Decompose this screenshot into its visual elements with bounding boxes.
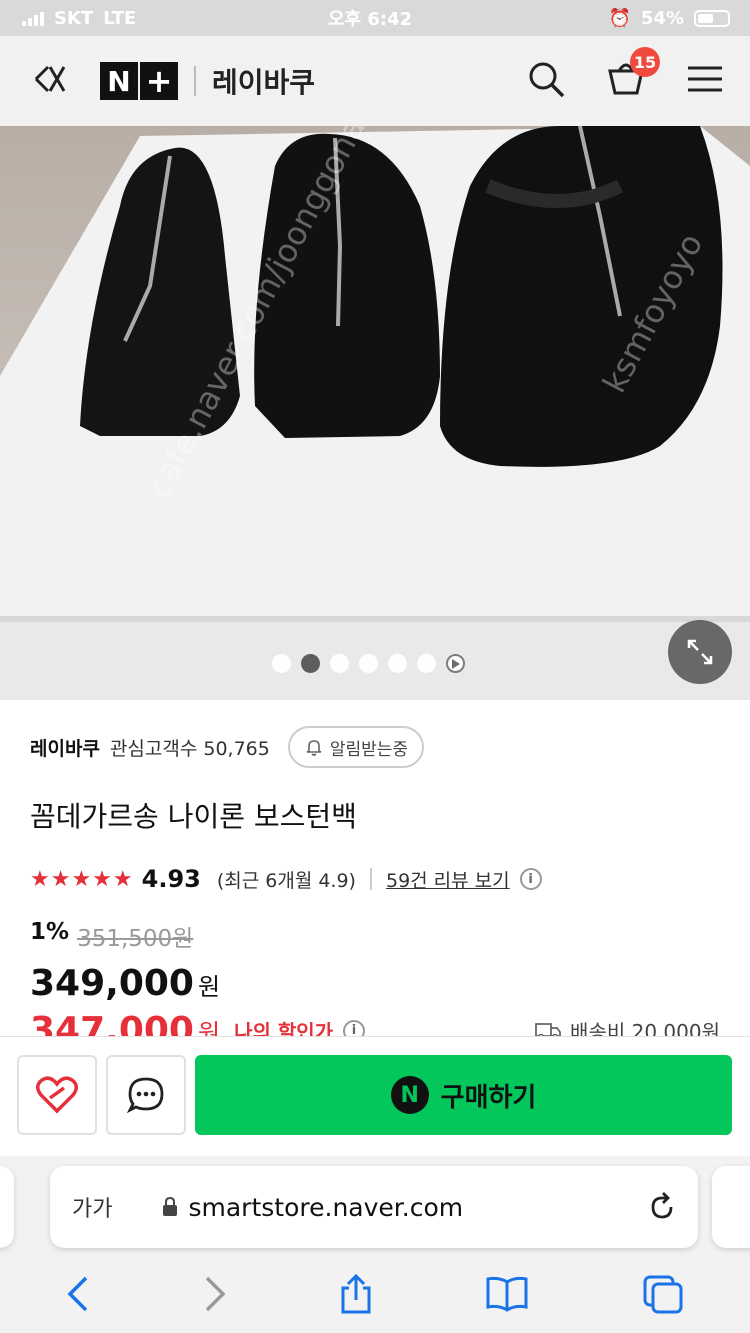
fan-count: 관심고객수 50,765 — [109, 737, 270, 760]
url-domain[interactable]: smartstore.naver.com — [188, 1193, 463, 1222]
reload-icon[interactable] — [648, 1190, 676, 1224]
bookmarks-icon[interactable] — [485, 1276, 529, 1316]
gallery-dot[interactable] — [388, 654, 407, 673]
store-name[interactable]: 레이바쿠 — [30, 734, 100, 761]
signal-icon — [22, 10, 44, 26]
buy-button-label: 구매하기 — [440, 1082, 537, 1113]
tabs-icon[interactable] — [642, 1274, 684, 1318]
gallery-dot[interactable] — [417, 654, 436, 673]
naver-plus-logo[interactable]: N + — [100, 62, 178, 100]
expand-icon — [687, 639, 713, 665]
talk-button[interactable] — [106, 1055, 186, 1135]
clock: 오후 6:42 — [328, 9, 413, 30]
original-price: 351,500원 — [77, 926, 194, 952]
gallery-dot[interactable] — [272, 654, 291, 673]
back-arrow-icon[interactable] — [66, 1276, 90, 1316]
address-bar[interactable]: 가가 smartstore.naver.com — [50, 1166, 698, 1248]
cart-button[interactable]: 15 — [606, 47, 660, 103]
browser-toolbar — [0, 1266, 750, 1326]
bell-icon — [306, 740, 322, 756]
chat-icon — [126, 1077, 164, 1114]
battery-icon — [694, 9, 730, 27]
wishlist-button[interactable] — [17, 1055, 97, 1135]
bags-photo — [0, 126, 750, 700]
app-header: N + 레이바쿠 15 — [0, 36, 750, 126]
review-link[interactable]: 59건 리뷰 보기 — [386, 866, 510, 893]
back-icon[interactable] — [26, 58, 68, 104]
lock-icon — [163, 1197, 178, 1216]
recent-rating: (최근 6개월 4.9) — [216, 869, 356, 892]
battery-percent: 54% — [640, 7, 684, 29]
network-label: LTE — [103, 7, 137, 29]
product-title: 꼼데가르송 나이론 보스턴백 — [30, 800, 357, 833]
previous-tab-peek[interactable] — [0, 1166, 14, 1248]
product-image[interactable]: cafe.naver.com/joonggonara ksmfoyoyo Joo… — [0, 126, 750, 700]
gallery-dot-active[interactable] — [301, 654, 320, 673]
header-divider — [194, 66, 196, 96]
gallery-dot[interactable] — [330, 654, 349, 673]
carrier-label: SKT — [54, 7, 94, 29]
menu-icon[interactable] — [686, 64, 724, 98]
info-icon[interactable]: i — [519, 868, 542, 890]
status-bar: SKT LTE 오후 6:42 ⏰ 54% — [0, 0, 750, 36]
discount-percent: 1% — [30, 919, 70, 945]
video-play-icon[interactable] — [446, 654, 465, 673]
product-info: 레이바쿠 관심고객수 50,765 알림받는중 꼼데가르송 나이론 보스턴백 ★… — [0, 700, 750, 1051]
npay-icon: N — [390, 1076, 429, 1114]
heart-icon — [36, 1076, 78, 1114]
price-unit: 원 — [197, 973, 221, 1001]
gallery-pagination[interactable] — [272, 654, 465, 673]
browser-chrome: 가가 smartstore.naver.com — [0, 1156, 750, 1333]
text-size-button[interactable]: 가가 — [72, 1191, 112, 1223]
notification-button[interactable]: 알림받는중 — [287, 726, 425, 768]
header-store-name[interactable]: 레이바쿠 — [212, 61, 315, 101]
cart-count-badge: 15 — [630, 47, 660, 77]
alarm-clock-icon: ⏰ — [608, 7, 631, 29]
gallery-dot[interactable] — [359, 654, 378, 673]
rating-score: 4.93 — [141, 865, 201, 893]
buy-button[interactable]: N 구매하기 — [195, 1055, 732, 1135]
star-rating-icon: ★★★★★ — [30, 866, 134, 892]
notification-label: 알림받는중 — [329, 739, 409, 760]
purchase-bar: N 구매하기 — [0, 1036, 750, 1156]
next-tab-peek[interactable] — [712, 1166, 750, 1248]
share-icon[interactable] — [339, 1273, 373, 1318]
forward-arrow-icon[interactable] — [203, 1276, 227, 1316]
expand-image-button[interactable] — [668, 620, 732, 684]
divider — [369, 868, 372, 890]
search-icon[interactable] — [526, 59, 566, 103]
sale-price: 349,000 — [30, 963, 194, 1004]
